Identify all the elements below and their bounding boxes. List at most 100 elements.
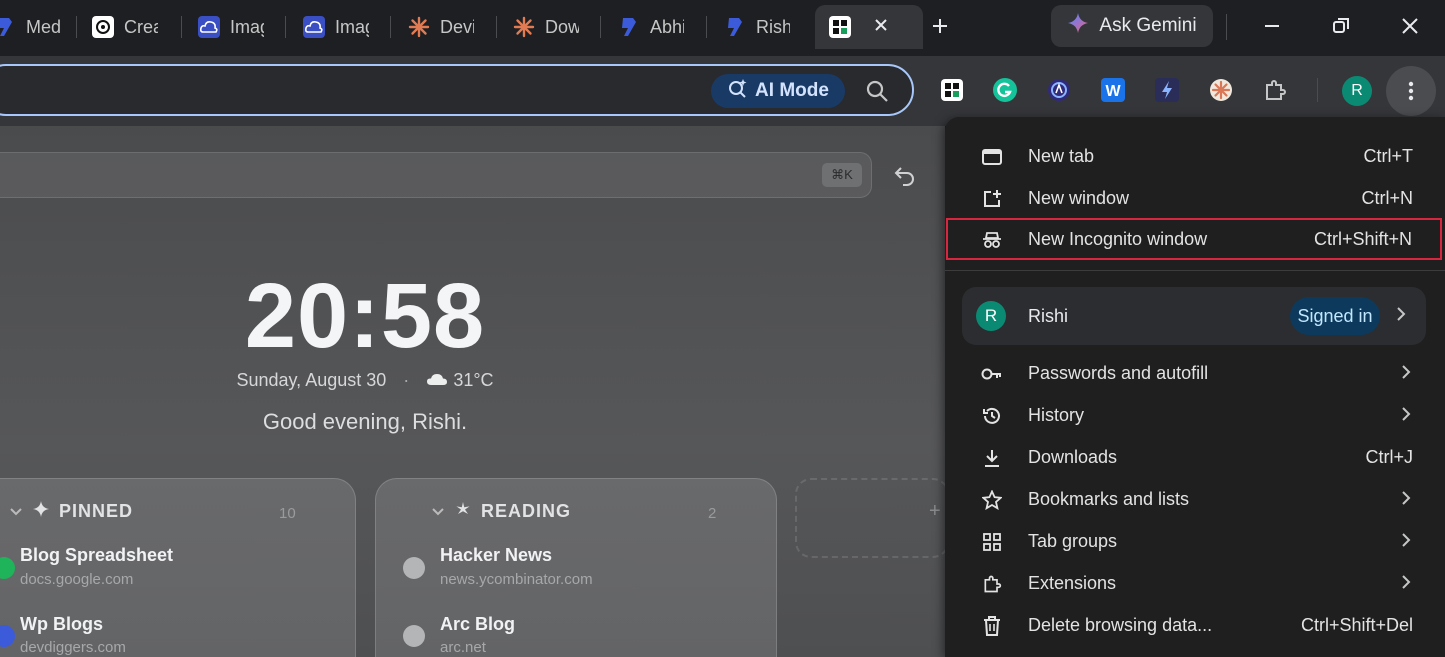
app-grid-extension-icon[interactable] [938,76,966,104]
menu-new-incognito-window[interactable]: New Incognito window Ctrl+Shift+N [946,218,1442,260]
menu-profile-row[interactable]: R Rishi Signed in [962,287,1426,345]
tab-4[interactable]: Devi [408,8,474,46]
tab-7[interactable]: Rish [724,8,790,46]
item-url: arc.net [440,639,486,656]
trash-icon [981,615,1003,637]
chevron-right-icon [1396,306,1406,327]
new-tab-button[interactable] [920,8,960,44]
word-extension-icon[interactable]: W [1099,76,1127,104]
tab-1[interactable]: Crea [92,8,158,46]
date-weather: Sunday, August 30 · 31°C [0,370,730,391]
new-tab-icon [981,146,1003,168]
pinned-header[interactable]: PINNED [9,501,133,522]
star-icon [455,501,471,522]
tab-separator [181,16,182,38]
menu-history[interactable]: History [945,394,1445,436]
tab-label: Rish [756,16,790,37]
menu-downloads[interactable]: Downloads Ctrl+J [945,436,1445,478]
tab-label: Dow [545,16,579,37]
shortcut-badge: ⌘K [822,163,862,187]
claude-extension-icon[interactable] [1207,76,1235,104]
chevron-down-icon [431,501,445,522]
add-column-button[interactable]: + [795,478,945,558]
menu-label: New tab [1028,145,1095,166]
bolt-extension-icon[interactable] [1153,76,1181,104]
tab-2[interactable]: Imag [198,8,264,46]
menu-label: Tab groups [1028,530,1118,551]
menu-shortcut: Ctrl+J [1365,446,1413,467]
menu-bookmarks[interactable]: Bookmarks and lists [945,478,1445,520]
menu-label: History [1028,404,1085,425]
tab-groups-icon [981,531,1003,553]
menu-shortcut: Ctrl+Shift+N [1313,228,1412,249]
tab-label: Abhi [650,16,684,37]
date: Sunday, August 30 [236,370,387,390]
tab-active[interactable] [815,5,923,49]
menu-new-tab[interactable]: New tab Ctrl+T [945,135,1445,177]
pinned-count: 10 [279,505,296,522]
separator-dot: · [403,370,410,390]
temperature: 31°C [453,370,494,390]
close-window-button[interactable] [1390,8,1430,44]
undo-icon[interactable] [893,164,917,191]
menu-divider [945,270,1445,271]
cloud-upload-icon [198,16,220,38]
ai-mode-button[interactable]: AI Mode [711,74,845,108]
cloud-upload-icon [303,16,325,38]
extensions-puzzle-icon [981,573,1003,595]
separator [1317,78,1318,102]
plus-icon: + [929,500,941,522]
extensions-puzzle-icon[interactable] [1261,76,1289,104]
chevron-right-icon [1401,406,1411,427]
reading-card: READING 2 Hacker News news.ycombinator.c… [375,478,777,657]
menu-extensions[interactable]: Extensions [945,562,1445,604]
grammarly-icon[interactable] [991,76,1019,104]
menu-label: New window [1028,187,1130,208]
chrome-main-menu: New tab Ctrl+T New window Ctrl+N New Inc… [945,117,1445,657]
search-icon[interactable] [863,77,891,105]
tab-6[interactable]: Abhi [618,8,684,46]
globe-icon [403,557,425,579]
sparkle-icon [33,501,49,522]
greeting: Good evening, Rishi. [262,409,468,434]
tab-3[interactable]: Imag [303,8,369,46]
tab-0[interactable]: Med [0,8,60,46]
cloud-icon [426,370,453,390]
tab-separator [600,16,601,38]
reading-count: 2 [708,505,717,522]
menu-shortcut: Ctrl+T [1363,145,1414,166]
reading-header[interactable]: READING [431,501,571,522]
minimize-button[interactable] [1252,8,1292,44]
ai-mode-label: AI Mode [755,80,829,101]
new-tab-page: ⌘K 20:58 Sunday, August 30 · 31°C Good e… [0,126,945,657]
menu-new-window[interactable]: New window Ctrl+N [945,177,1445,219]
reading-title: READING [481,501,572,521]
ai-search-icon [727,78,747,104]
menu-delete-browsing-data[interactable]: Delete browsing data... Ctrl+Shift+Del [945,604,1445,646]
menu-passwords[interactable]: Passwords and autofill [945,352,1445,394]
item-title: Blog Spreadsheet [20,545,174,565]
restore-button[interactable] [1321,8,1361,44]
three-dots-icon [1408,81,1414,101]
tab-separator [706,16,707,38]
menu-shortcut: Ctrl+Shift+Del [1300,614,1413,635]
close-tab-icon[interactable] [873,17,889,38]
menu-label: Passwords and autofill [1028,362,1209,383]
clock: 20:58 [244,265,486,367]
ask-gemini-button[interactable]: Ask Gemini [1051,5,1213,47]
svg-text:W: W [1105,83,1121,100]
tab-strip: Med Crea Imag Imag Devi Dow [0,0,1445,56]
more-menu-button[interactable] [1386,66,1436,116]
profile-name: Rishi [1028,306,1069,326]
profile-avatar[interactable]: R [1342,76,1372,106]
tab-label: Devi [440,16,474,37]
menu-tab-groups[interactable]: Tab groups [945,520,1445,562]
compass-extension-icon[interactable] [1045,76,1073,104]
tab-5[interactable]: Dow [513,8,579,46]
key-icon [981,363,1003,385]
chevron-right-icon [1401,490,1411,511]
blue-logo-icon [724,16,746,38]
history-icon [981,405,1003,427]
command-bar[interactable] [0,152,872,198]
menu-label: Extensions [1028,572,1117,593]
